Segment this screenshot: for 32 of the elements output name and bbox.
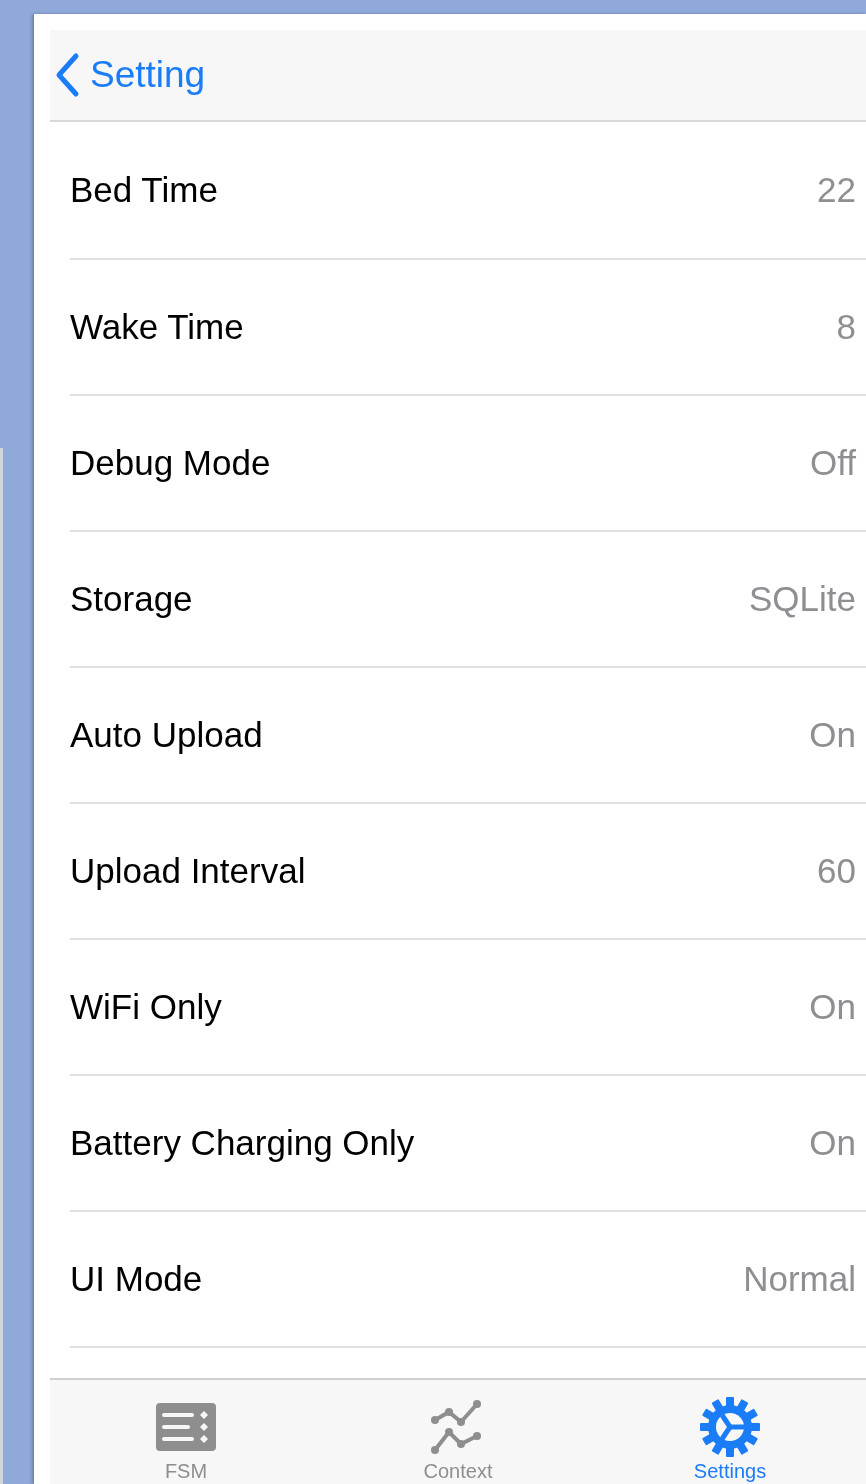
setting-label: Debug Mode <box>70 441 271 484</box>
tab-button[interactable]: Settings <box>594 1380 866 1484</box>
setting-label: Wake Time <box>70 305 244 348</box>
settings-icon <box>700 1397 760 1457</box>
settings-row[interactable]: Upload Interval 60 <box>70 802 866 938</box>
back-chevron-icon <box>54 52 80 98</box>
setting-label: UI Mode <box>70 1257 203 1300</box>
setting-value: On <box>809 985 856 1028</box>
setting-label: Auto Upload <box>70 713 263 756</box>
setting-label: Storage <box>70 577 193 620</box>
setting-value: 8 <box>836 305 856 348</box>
settings-row[interactable]: Auto Upload On <box>70 666 866 802</box>
setting-value: On <box>809 713 856 756</box>
setting-label: WiFi Only <box>70 985 222 1028</box>
settings-row[interactable]: Storage SQLite <box>70 530 866 666</box>
settings-row[interactable]: WiFi Only On <box>70 938 866 1074</box>
setting-value: 60 <box>817 849 856 892</box>
settings-row[interactable]: Battery Charging Only On <box>70 1074 866 1210</box>
setting-label: Upload Interval <box>70 849 306 892</box>
setting-value: On <box>809 1121 856 1164</box>
setting-value: 22 <box>817 168 856 211</box>
setting-value: Off <box>809 441 856 484</box>
setting-label: Battery Charging Only <box>70 1121 415 1164</box>
back-button[interactable]: Setting <box>54 47 206 103</box>
setting-label: Bed Time <box>70 168 218 211</box>
list-icon <box>156 1403 216 1451</box>
setting-value: Normal <box>743 1257 856 1300</box>
settings-row[interactable]: Wake Time 8 <box>70 258 866 394</box>
settings-row[interactable]: UI Mode Normal <box>70 1210 866 1346</box>
settings-row[interactable]: Debug Mode Off <box>70 394 866 530</box>
settings-row[interactable]: Bed Time 22 <box>70 122 866 258</box>
setting-value: SQLite <box>749 577 856 620</box>
